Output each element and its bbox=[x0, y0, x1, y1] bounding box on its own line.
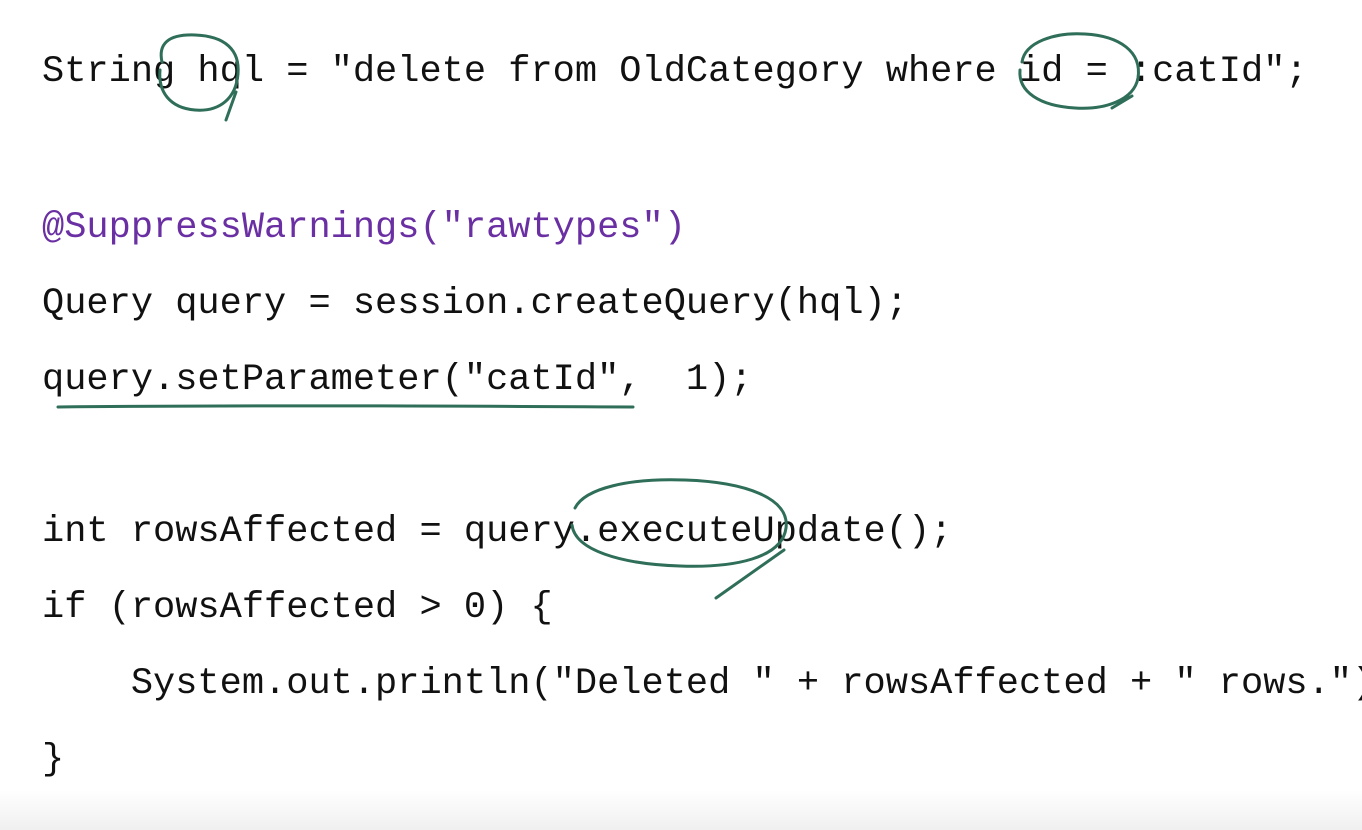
code-line-if-statement: if (rowsAffected > 0) { bbox=[42, 587, 553, 629]
set-parameter-underline-mark bbox=[56, 404, 635, 409]
code-line-suppress-warnings: @SuppressWarnings("rawtypes") bbox=[42, 207, 686, 249]
code-line-execute-update: int rowsAffected = query.executeUpdate()… bbox=[42, 511, 953, 553]
bottom-edge-shadow bbox=[0, 790, 1362, 830]
code-line-hql-string: String hql = "delete from OldCategory wh… bbox=[42, 51, 1308, 93]
code-line-set-parameter: query.setParameter("catId", 1); bbox=[42, 359, 753, 401]
code-line-println: System.out.println("Deleted " + rowsAffe… bbox=[42, 663, 1362, 705]
code-line-closing-brace: } bbox=[42, 739, 65, 781]
code-line-create-query: Query query = session.createQuery(hql); bbox=[42, 283, 908, 325]
